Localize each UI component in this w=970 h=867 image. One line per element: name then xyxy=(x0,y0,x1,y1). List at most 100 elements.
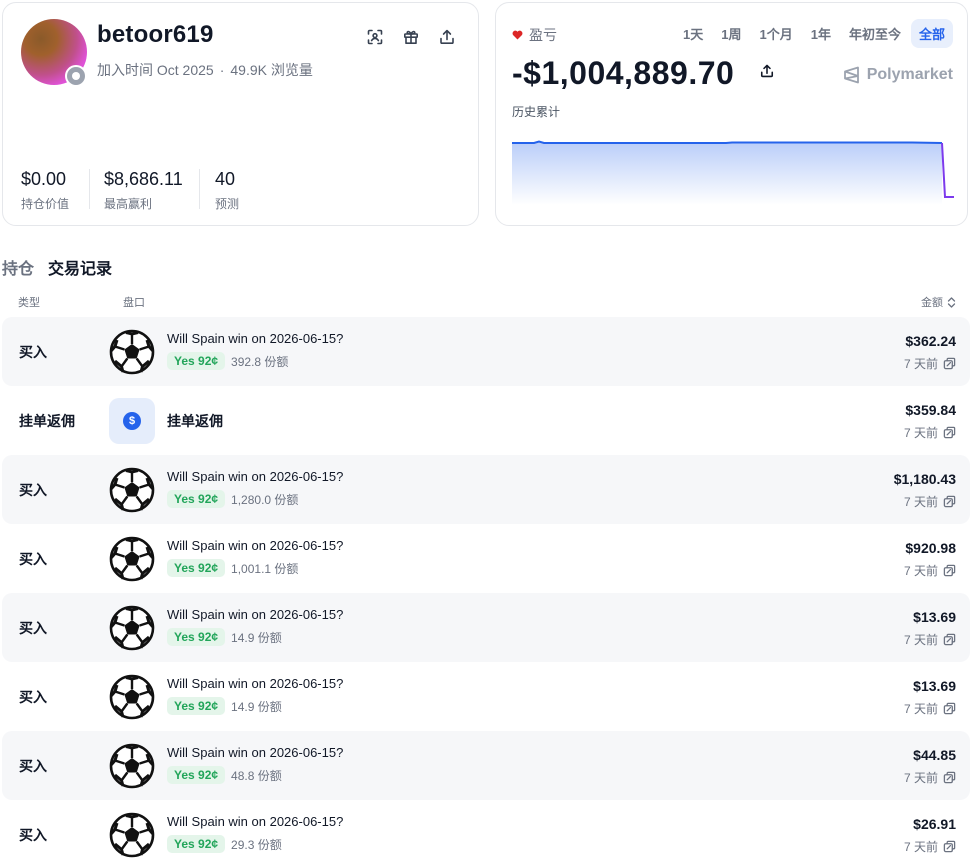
market-title[interactable]: Will Spain win on 2026-06-15? xyxy=(167,538,343,553)
market-title[interactable]: Will Spain win on 2026-06-15? xyxy=(167,814,343,829)
time-ago: 7 天前 xyxy=(903,426,938,440)
trade-time: 7 天前 xyxy=(904,355,956,372)
pnl-value: -$1,004,889.70 xyxy=(512,55,735,91)
table-row[interactable]: 买入 Will Spain win on 2026-06-15? Yes 92¢ 14… xyxy=(2,662,970,731)
range-button[interactable]: 年初至今 xyxy=(841,19,909,48)
table-row[interactable]: 挂单返佣 $ 挂单返佣 $359.84 7 天前 xyxy=(2,386,970,455)
share-count: 392.8 份额 xyxy=(231,354,289,369)
table-row[interactable]: 买入 Will Spain win on 2026-06-15? Yes 92¢ 48… xyxy=(2,731,970,800)
time-ago: 7 天前 xyxy=(903,840,938,854)
share-count: 14.9 份额 xyxy=(231,630,282,645)
open-link-icon[interactable] xyxy=(943,771,956,784)
outcome-badge: Yes 92¢ xyxy=(167,835,226,853)
market-icon xyxy=(109,812,155,858)
trade-details: Yes 92¢ 48.8 份额 xyxy=(167,766,282,784)
table-row[interactable]: 买入 Will Spain win on 2026-06-15? Yes 92¢ 29… xyxy=(2,800,970,867)
market-title[interactable]: 挂单返佣 xyxy=(167,411,223,431)
profile-meta: 加入时间 Oct 2025 · 49.9K 浏览量 xyxy=(97,60,313,80)
soccer-ball-icon xyxy=(109,536,155,582)
tab-activity[interactable]: 交易记录 xyxy=(48,255,112,279)
range-selector: 1天 1周 1个月 1年 年初至今 全部 xyxy=(675,19,953,48)
range-button[interactable]: 1年 xyxy=(803,19,839,48)
market-title[interactable]: Will Spain win on 2026-06-15? xyxy=(167,676,343,691)
trade-amount: $359.84 xyxy=(905,402,956,418)
range-button[interactable]: 1周 xyxy=(713,19,749,48)
open-link-icon[interactable] xyxy=(943,357,956,370)
trade-details: Yes 92¢ 14.9 份额 xyxy=(167,628,282,646)
time-ago: 7 天前 xyxy=(903,633,938,647)
activity-list: 买入 Will Spain win on 2026-06-15? Yes 92¢ 39… xyxy=(2,317,970,867)
row-type: 买入 xyxy=(19,551,47,567)
trade-details: Yes 92¢ 1,001.1 份额 xyxy=(167,559,298,577)
time-ago: 7 天前 xyxy=(903,771,938,785)
stat-divider xyxy=(199,169,200,209)
view-count: 49.9K 浏览量 xyxy=(230,62,313,78)
table-row[interactable]: 买入 Will Spain win on 2026-06-15? Yes 92¢ 1,… xyxy=(2,524,970,593)
time-ago: 7 天前 xyxy=(903,702,938,716)
gift-icon[interactable] xyxy=(399,25,423,49)
trade-amount: $362.24 xyxy=(905,333,956,349)
outcome-badge: Yes 92¢ xyxy=(167,559,226,577)
column-header-amount[interactable]: 金额 xyxy=(921,294,956,310)
range-button[interactable]: 1天 xyxy=(675,19,711,48)
market-icon xyxy=(109,605,155,651)
pnl-area xyxy=(512,141,942,205)
trade-time: 7 天前 xyxy=(904,424,956,441)
trade-time: 7 天前 xyxy=(904,838,956,855)
open-link-icon[interactable] xyxy=(943,633,956,646)
amount-header-label: 金额 xyxy=(921,297,943,309)
trade-details: Yes 92¢ 14.9 份额 xyxy=(167,697,282,715)
outcome-badge: Yes 92¢ xyxy=(167,697,226,715)
share-count: 1,280.0 份额 xyxy=(231,492,299,507)
scan-icon[interactable] xyxy=(363,25,387,49)
row-type: 买入 xyxy=(19,758,47,774)
soccer-ball-icon xyxy=(109,674,155,720)
table-row[interactable]: 买入 Will Spain win on 2026-06-15? Yes 92¢ 39… xyxy=(2,317,970,386)
pnl-share-icon[interactable] xyxy=(760,64,774,83)
open-link-icon[interactable] xyxy=(943,495,956,508)
open-link-icon[interactable] xyxy=(943,702,956,715)
soccer-ball-icon xyxy=(109,605,155,651)
history-label: 历史累计 xyxy=(512,105,561,119)
soccer-ball-icon xyxy=(109,329,155,375)
row-type: 买入 xyxy=(19,482,47,498)
pnl-drop-line xyxy=(941,142,954,198)
stat-label: 持仓价值 xyxy=(21,197,70,211)
pnl-line xyxy=(512,140,943,144)
verified-badge-icon xyxy=(65,65,87,87)
polymarket-icon xyxy=(843,66,859,84)
open-link-icon[interactable] xyxy=(943,564,956,577)
market-icon: $ xyxy=(109,398,155,444)
trade-time: 7 天前 xyxy=(904,769,956,786)
share-icon[interactable] xyxy=(435,25,459,49)
share-count: 14.9 份额 xyxy=(231,699,282,714)
range-button[interactable]: 全部 xyxy=(910,19,953,48)
stat-position-value: $0.00 持仓价值 xyxy=(21,169,69,212)
table-row[interactable]: 买入 Will Spain win on 2026-06-15? Yes 92¢ 1,… xyxy=(2,455,970,524)
stat-label: 预测 xyxy=(215,197,240,211)
table-row[interactable]: 买入 Will Spain win on 2026-06-15? Yes 92¢ 14… xyxy=(2,593,970,662)
trade-amount: $13.69 xyxy=(913,609,956,625)
market-title[interactable]: Will Spain win on 2026-06-15? xyxy=(167,469,343,484)
tab-positions[interactable]: 持仓 xyxy=(2,255,34,279)
column-header-market: 盘口 xyxy=(123,297,145,309)
trade-amount: $1,180.43 xyxy=(893,471,956,487)
open-link-icon[interactable] xyxy=(943,840,956,853)
row-type: 买入 xyxy=(19,827,47,843)
outcome-badge: Yes 92¢ xyxy=(167,352,226,370)
polymarket-logo: Polymarket xyxy=(843,66,953,84)
column-header-type: 类型 xyxy=(18,297,40,309)
open-link-icon[interactable] xyxy=(943,426,956,439)
activity-tabs: 持仓 交易记录 xyxy=(2,255,112,279)
share-count: 1,001.1 份额 xyxy=(231,561,299,576)
trade-amount: $920.98 xyxy=(905,540,956,556)
range-button[interactable]: 1个月 xyxy=(752,19,801,48)
market-title[interactable]: Will Spain win on 2026-06-15? xyxy=(167,745,343,760)
market-title[interactable]: Will Spain win on 2026-06-15? xyxy=(167,607,343,622)
share-count: 48.8 份额 xyxy=(231,768,282,783)
time-ago: 7 天前 xyxy=(903,564,938,578)
join-date: 加入时间 Oct 2025 xyxy=(97,62,214,78)
market-title[interactable]: Will Spain win on 2026-06-15? xyxy=(167,331,343,346)
stat-label: 最高赢利 xyxy=(104,197,153,211)
trade-amount: $26.91 xyxy=(913,816,956,832)
